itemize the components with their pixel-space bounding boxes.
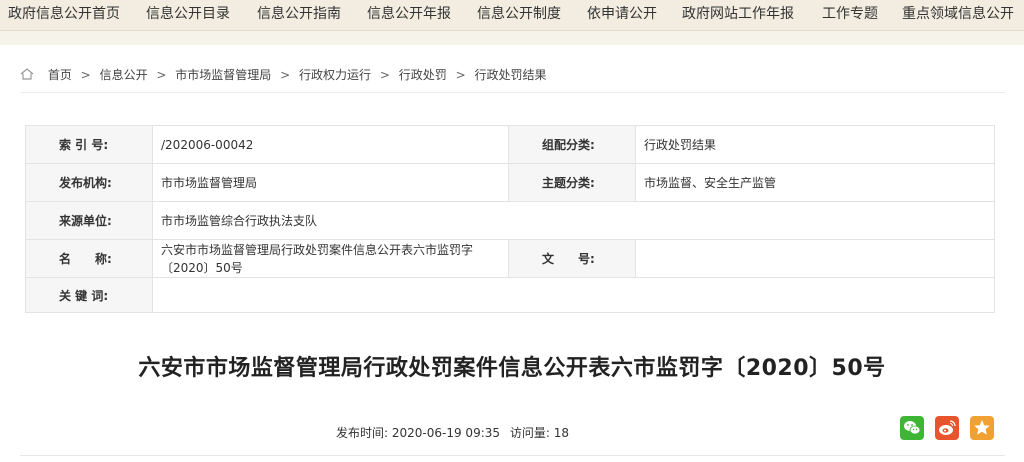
article-title: 六安市市场监督管理局行政处罚案件信息公开表六市监罚字〔2020〕50号	[138, 356, 886, 381]
publish-info: 发布时间: 2020-06-19 09:35 访问量: 18	[336, 424, 569, 441]
breadcrumb-separator: >	[280, 68, 291, 82]
nav-key-areas[interactable]: 重点领域信息公开	[902, 0, 1014, 30]
wechat-icon	[900, 416, 924, 440]
breadcrumb-separator: >	[156, 68, 167, 82]
nav-apply-disclosure[interactable]: 依申请公开	[587, 0, 657, 30]
nav-info-annual-report[interactable]: 信息公开年报	[367, 0, 451, 30]
table-row: 发布机构: 市市场监督管理局 主题分类: 市场监督、安全生产监管	[25, 163, 995, 202]
nav-info-catalog[interactable]: 信息公开目录	[146, 0, 230, 30]
publish-time-label: 发布时间:	[336, 426, 389, 440]
nav-website-annual-report[interactable]: 政府网站工作年报	[682, 0, 794, 30]
publisher-value: 市市场监督管理局	[152, 163, 509, 202]
index-number-label: 索 引 号:	[25, 125, 153, 164]
publish-time: 2020-06-19 09:35	[391, 426, 501, 440]
breadcrumb-penalty-result[interactable]: 行政处罚结果	[475, 68, 547, 82]
document-number-value	[635, 239, 995, 278]
breadcrumb-separator: >	[80, 68, 91, 82]
views-label: 访问量:	[509, 426, 550, 440]
breadcrumb-admin-power[interactable]: 行政权力运行	[299, 68, 371, 82]
favorite-button[interactable]	[970, 416, 994, 440]
source-value: 市市场监管综合行政执法支队	[152, 201, 995, 240]
nav-gov-info-home[interactable]: 政府信息公开首页	[8, 0, 120, 30]
header-spacer	[0, 31, 1024, 45]
nav-info-system[interactable]: 信息公开制度	[477, 0, 561, 30]
nav-work-topics[interactable]: 工作专题	[822, 0, 878, 30]
category-value: 行政处罚结果	[635, 125, 995, 164]
star-icon	[970, 416, 994, 440]
nav-info-guide[interactable]: 信息公开指南	[257, 0, 341, 30]
home-icon	[20, 62, 34, 80]
table-row: 名 称: 六安市市场监督管理局行政处罚案件信息公开表六市监罚字〔2020〕50号…	[25, 239, 995, 278]
document-metadata-table: 索 引 号: /202006-00042 组配分类: 行政处罚结果 发布机构: …	[25, 125, 995, 313]
breadcrumb-market-bureau[interactable]: 市市场监督管理局	[175, 68, 271, 82]
name-label: 名 称:	[25, 239, 153, 278]
table-row: 关 键 词:	[25, 277, 995, 313]
share-wechat-button[interactable]	[900, 416, 924, 440]
topic-value: 市场监督、安全生产监管	[635, 163, 995, 202]
index-number-value: /202006-00042	[152, 125, 509, 164]
breadcrumb-home[interactable]: 首页	[48, 68, 72, 82]
keywords-value	[152, 277, 995, 313]
share-weibo-button[interactable]	[935, 416, 959, 440]
topic-label: 主题分类:	[508, 163, 636, 202]
divider	[20, 455, 1005, 456]
category-label: 组配分类:	[508, 125, 636, 164]
breadcrumb: 首页 > 信息公开 > 市市场监督管理局 > 行政权力运行 > 行政处罚 > 行…	[20, 60, 1005, 93]
views-count: 18	[553, 426, 569, 440]
table-row: 来源单位: 市市场监管综合行政执法支队	[25, 201, 995, 240]
name-value: 六安市市场监督管理局行政处罚案件信息公开表六市监罚字〔2020〕50号	[152, 239, 509, 278]
breadcrumb-admin-penalty[interactable]: 行政处罚	[399, 68, 447, 82]
breadcrumb-separator: >	[379, 68, 390, 82]
table-row: 索 引 号: /202006-00042 组配分类: 行政处罚结果	[25, 125, 995, 164]
breadcrumb-info-disclosure[interactable]: 信息公开	[100, 68, 148, 82]
document-number-label: 文 号:	[508, 239, 636, 278]
publisher-label: 发布机构:	[25, 163, 153, 202]
top-navigation: 政府信息公开首页 信息公开目录 信息公开指南 信息公开年报 信息公开制度 依申请…	[0, 0, 1024, 31]
weibo-icon	[935, 416, 959, 440]
breadcrumb-separator: >	[455, 68, 466, 82]
source-label: 来源单位:	[25, 201, 153, 240]
keywords-label: 关 键 词:	[25, 277, 153, 313]
